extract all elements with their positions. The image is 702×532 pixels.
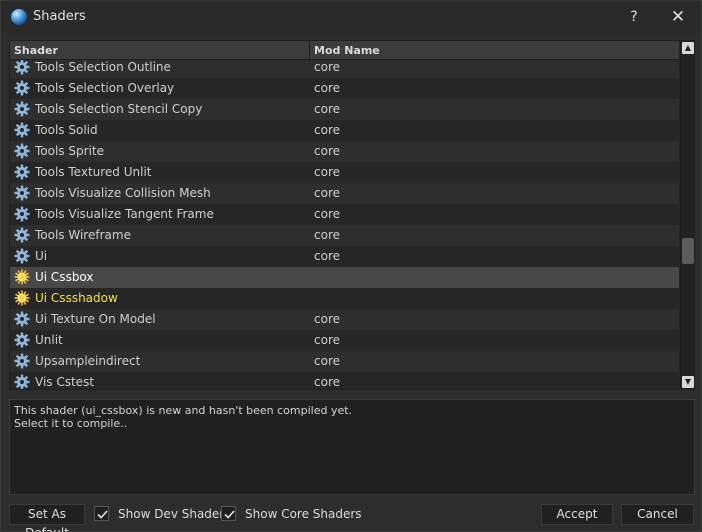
gear-icon <box>14 206 30 222</box>
mod-name: core <box>314 60 340 74</box>
gear-icon <box>14 311 30 327</box>
mod-name: core <box>314 228 340 242</box>
table-row[interactable]: Tools Visualize Collision Mesh core <box>10 183 679 204</box>
table-row[interactable]: Ui core <box>10 246 679 267</box>
message-line-2: Select it to compile.. <box>14 417 128 430</box>
shader-name: Tools Visualize Tangent Frame <box>35 207 214 221</box>
table-row[interactable]: Vis Cstest core <box>10 372 679 389</box>
set-as-default-button[interactable]: Set As Default <box>9 504 85 532</box>
checkmark-icon <box>224 510 235 519</box>
table-header: Shader Mod Name <box>10 41 679 60</box>
shader-name: Tools Textured Unlit <box>35 165 152 179</box>
show-core-shaders-label[interactable]: Show Core Shaders <box>245 506 362 522</box>
shader-name: Ui Cssbox <box>35 270 94 284</box>
shaders-dialog: Shaders ? ✕ Tools Selection Outline core T… <box>0 0 702 532</box>
shader-name: Tools Visualize Collision Mesh <box>35 186 211 200</box>
shader-name: Tools Selection Overlay <box>35 81 175 95</box>
mod-name: core <box>314 165 340 179</box>
message-line-1: This shader (ui_cssbox) is new and hasn'… <box>14 404 353 417</box>
help-button[interactable]: ? <box>621 5 647 29</box>
shader-name: Tools Solid <box>35 123 98 137</box>
cancel-button[interactable]: Cancel <box>621 504 694 525</box>
shader-name: Tools Wireframe <box>35 228 131 242</box>
gear-icon <box>14 122 30 138</box>
globe-icon <box>11 9 27 25</box>
shader-name: Upsampleindirect <box>35 354 141 368</box>
mod-name: core <box>314 354 340 368</box>
table-row[interactable]: Tools Selection Stencil Copy core <box>10 99 679 120</box>
shader-name: Tools Selection Outline <box>35 60 171 74</box>
new-shader-icon <box>14 290 30 306</box>
gear-icon <box>14 185 30 201</box>
shader-name: Ui Cssshadow <box>35 291 118 305</box>
mod-name: core <box>314 144 340 158</box>
shader-table: Tools Selection Outline core Tools Selecti… <box>9 40 695 390</box>
scrollbar-thumb[interactable] <box>682 238 694 264</box>
table-row[interactable]: Unlit core <box>10 330 679 351</box>
table-row[interactable]: Tools Sprite core <box>10 141 679 162</box>
gear-icon <box>14 374 30 389</box>
checkmark-icon <box>97 510 108 519</box>
vertical-scrollbar[interactable]: ▲ ▼ <box>680 41 694 389</box>
mod-name: core <box>314 207 340 221</box>
gear-icon <box>14 80 30 96</box>
mod-name: core <box>314 81 340 95</box>
scroll-up-arrow-icon[interactable]: ▲ <box>682 42 694 54</box>
accept-button[interactable]: Accept <box>541 504 613 525</box>
gear-icon <box>14 353 30 369</box>
mod-name: core <box>314 375 340 389</box>
gear-icon <box>14 143 30 159</box>
gear-icon <box>14 248 30 264</box>
table-row[interactable]: Ui Texture On Model core <box>10 309 679 330</box>
compile-status-message: This shader (ui_cssbox) is new and hasn'… <box>9 399 695 495</box>
window-title: Shaders <box>33 9 86 24</box>
gear-icon <box>14 101 30 117</box>
shader-name: Vis Cstest <box>35 375 95 389</box>
shader-name: Ui <box>35 249 48 263</box>
table-row[interactable]: Tools Selection Overlay core <box>10 78 679 99</box>
table-row[interactable]: Ui Cssbox <box>10 267 679 288</box>
table-row[interactable]: Tools Selection Outline core <box>10 57 679 78</box>
show-core-shaders-checkbox[interactable] <box>221 506 236 521</box>
close-button[interactable]: ✕ <box>665 5 691 29</box>
mod-name: core <box>314 333 340 347</box>
mod-name: core <box>314 249 340 263</box>
show-dev-shaders-checkbox[interactable] <box>94 506 109 521</box>
title-bar: Shaders ? ✕ <box>1 1 701 33</box>
column-header-shader[interactable]: Shader <box>10 41 310 60</box>
table-row[interactable]: Tools Wireframe core <box>10 225 679 246</box>
shader-list: Tools Selection Outline core Tools Selecti… <box>10 57 679 389</box>
mod-name: core <box>314 123 340 137</box>
table-row[interactable]: Ui Cssshadow <box>10 288 679 309</box>
table-row[interactable]: Tools Solid core <box>10 120 679 141</box>
table-row[interactable]: Tools Visualize Tangent Frame core <box>10 204 679 225</box>
table-row[interactable]: Tools Textured Unlit core <box>10 162 679 183</box>
shader-name: Tools Sprite <box>35 144 104 158</box>
gear-icon <box>14 227 30 243</box>
column-header-mod-name[interactable]: Mod Name <box>310 41 679 60</box>
mod-name: core <box>314 312 340 326</box>
gear-icon <box>14 59 30 75</box>
shader-name: Ui Texture On Model <box>35 312 156 326</box>
shader-name: Unlit <box>35 333 63 347</box>
gear-icon <box>14 164 30 180</box>
mod-name: core <box>314 186 340 200</box>
mod-name: core <box>314 102 340 116</box>
show-dev-shaders-label[interactable]: Show Dev Shaders <box>118 506 231 522</box>
scroll-down-arrow-icon[interactable]: ▼ <box>682 376 694 388</box>
new-shader-icon <box>14 269 30 285</box>
table-row[interactable]: Upsampleindirect core <box>10 351 679 372</box>
gear-icon <box>14 332 30 348</box>
shader-name: Tools Selection Stencil Copy <box>35 102 203 116</box>
